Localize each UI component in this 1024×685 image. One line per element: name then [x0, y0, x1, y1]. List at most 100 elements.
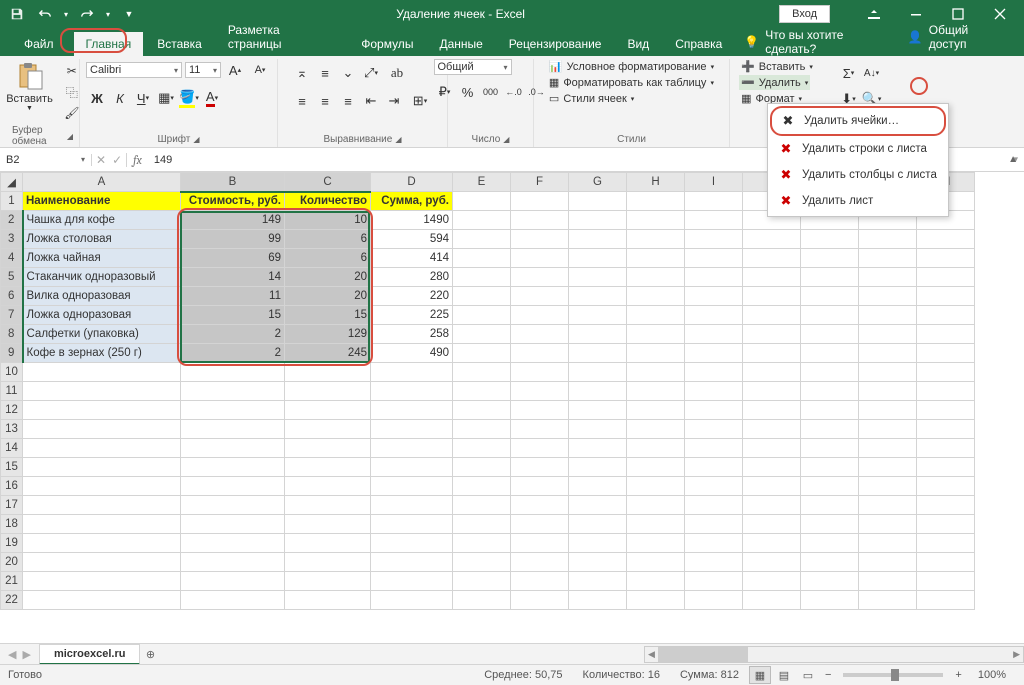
cell-I8[interactable]: [685, 325, 743, 344]
cell-I5[interactable]: [685, 268, 743, 287]
percent-icon[interactable]: %: [457, 81, 479, 103]
cell-C22[interactable]: [285, 591, 371, 610]
cell-H3[interactable]: [627, 230, 685, 249]
cell-D5[interactable]: 280: [371, 268, 453, 287]
cancel-formula-icon[interactable]: ✕: [96, 153, 106, 167]
row-header-3[interactable]: 3: [1, 230, 23, 249]
increase-decimal-icon[interactable]: ←.0: [503, 81, 525, 103]
cell-C2[interactable]: 10: [285, 211, 371, 230]
cell-H10[interactable]: [627, 363, 685, 382]
cell-J13[interactable]: [743, 420, 801, 439]
cell-B18[interactable]: [181, 515, 285, 534]
cell-A6[interactable]: Вилка одноразовая: [23, 287, 181, 306]
cell-M11[interactable]: [917, 382, 975, 401]
cell-B7[interactable]: 15: [181, 306, 285, 325]
cell-L22[interactable]: [859, 591, 917, 610]
tab-file[interactable]: Файл: [6, 32, 72, 56]
align-middle-icon[interactable]: ≡: [314, 62, 336, 84]
cell-M6[interactable]: [917, 287, 975, 306]
row-header-2[interactable]: 2: [1, 211, 23, 230]
select-all-corner[interactable]: ◢: [1, 173, 23, 192]
font-size-combo[interactable]: 11▾: [185, 62, 221, 78]
cell-I19[interactable]: [685, 534, 743, 553]
row-header-4[interactable]: 4: [1, 249, 23, 268]
cell-K11[interactable]: [801, 382, 859, 401]
cell-M19[interactable]: [917, 534, 975, 553]
cell-E15[interactable]: [453, 458, 511, 477]
cell-I13[interactable]: [685, 420, 743, 439]
comma-icon[interactable]: 000: [480, 81, 502, 103]
zoom-out-icon[interactable]: −: [819, 669, 837, 681]
cell-M13[interactable]: [917, 420, 975, 439]
cell-D6[interactable]: 220: [371, 287, 453, 306]
cell-H6[interactable]: [627, 287, 685, 306]
borders-icon[interactable]: ▦▾: [155, 87, 177, 109]
cell-F7[interactable]: [511, 306, 569, 325]
cell-E1[interactable]: [453, 192, 511, 211]
cell-D19[interactable]: [371, 534, 453, 553]
view-page-layout-icon[interactable]: ▤: [773, 666, 795, 684]
cell-B5[interactable]: 14: [181, 268, 285, 287]
cell-H8[interactable]: [627, 325, 685, 344]
cell-E10[interactable]: [453, 363, 511, 382]
cell-L20[interactable]: [859, 553, 917, 572]
cell-A16[interactable]: [23, 477, 181, 496]
cell-L5[interactable]: [859, 268, 917, 287]
cell-I4[interactable]: [685, 249, 743, 268]
cell-J11[interactable]: [743, 382, 801, 401]
cell-L21[interactable]: [859, 572, 917, 591]
view-page-break-icon[interactable]: ▭: [797, 666, 819, 684]
cell-F9[interactable]: [511, 344, 569, 363]
col-header-A[interactable]: A: [23, 173, 181, 192]
cell-E13[interactable]: [453, 420, 511, 439]
sort-filter-icon[interactable]: A↓▾: [861, 62, 883, 84]
cell-K21[interactable]: [801, 572, 859, 591]
cell-E20[interactable]: [453, 553, 511, 572]
cell-H15[interactable]: [627, 458, 685, 477]
row-header-9[interactable]: 9: [1, 344, 23, 363]
cell-J8[interactable]: [743, 325, 801, 344]
cell-M17[interactable]: [917, 496, 975, 515]
cell-D20[interactable]: [371, 553, 453, 572]
cell-H17[interactable]: [627, 496, 685, 515]
zoom-value[interactable]: 100%: [968, 669, 1016, 681]
cell-G15[interactable]: [569, 458, 627, 477]
cell-A5[interactable]: Стаканчик одноразовый: [23, 268, 181, 287]
cell-J17[interactable]: [743, 496, 801, 515]
cell-M7[interactable]: [917, 306, 975, 325]
cell-K9[interactable]: [801, 344, 859, 363]
cell-M4[interactable]: [917, 249, 975, 268]
cell-F18[interactable]: [511, 515, 569, 534]
col-header-F[interactable]: F: [511, 173, 569, 192]
cell-D13[interactable]: [371, 420, 453, 439]
cell-J14[interactable]: [743, 439, 801, 458]
cell-J12[interactable]: [743, 401, 801, 420]
cell-F2[interactable]: [511, 211, 569, 230]
cell-I14[interactable]: [685, 439, 743, 458]
cell-G5[interactable]: [569, 268, 627, 287]
cell-G20[interactable]: [569, 553, 627, 572]
cell-J6[interactable]: [743, 287, 801, 306]
cell-A20[interactable]: [23, 553, 181, 572]
row-header-14[interactable]: 14: [1, 439, 23, 458]
col-header-I[interactable]: I: [685, 173, 743, 192]
cell-A14[interactable]: [23, 439, 181, 458]
decrease-indent-icon[interactable]: ⇤: [360, 90, 382, 112]
cell-C1[interactable]: Количество: [285, 192, 371, 211]
cell-B13[interactable]: [181, 420, 285, 439]
cell-H22[interactable]: [627, 591, 685, 610]
cell-E16[interactable]: [453, 477, 511, 496]
cell-A19[interactable]: [23, 534, 181, 553]
cell-D12[interactable]: [371, 401, 453, 420]
cell-D9[interactable]: 490: [371, 344, 453, 363]
cell-H16[interactable]: [627, 477, 685, 496]
cell-H20[interactable]: [627, 553, 685, 572]
cell-K7[interactable]: [801, 306, 859, 325]
cell-E18[interactable]: [453, 515, 511, 534]
cell-E11[interactable]: [453, 382, 511, 401]
cell-D21[interactable]: [371, 572, 453, 591]
zoom-in-icon[interactable]: +: [949, 669, 967, 681]
cell-L3[interactable]: [859, 230, 917, 249]
cell-K4[interactable]: [801, 249, 859, 268]
cell-K12[interactable]: [801, 401, 859, 420]
